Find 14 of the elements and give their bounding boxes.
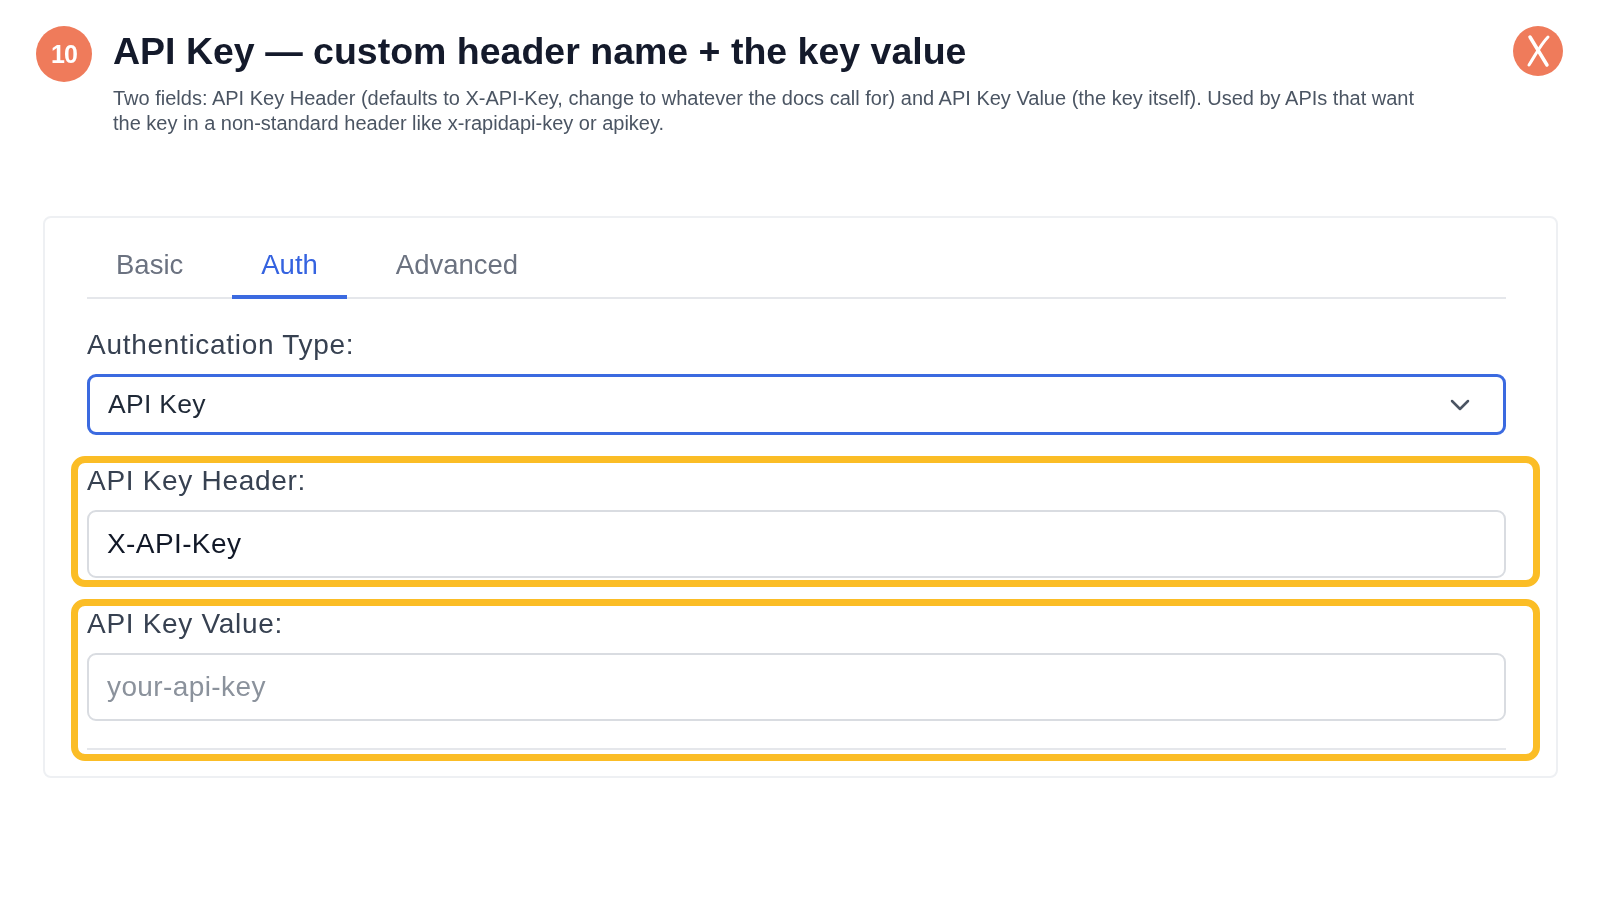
- chevron-down-icon: [1450, 398, 1470, 411]
- x-logo-icon: [1513, 26, 1563, 76]
- dropdown-select[interactable]: API Key: [87, 374, 1506, 435]
- page-title: API Key — custom header name + the key value: [113, 29, 968, 73]
- text-input[interactable]: your-api-key: [87, 653, 1506, 721]
- field-label: API Key Header:: [87, 465, 307, 497]
- step-number-badge: 10: [36, 26, 92, 82]
- tab[interactable]: Basic: [87, 248, 213, 299]
- tab[interactable]: Auth: [232, 248, 347, 299]
- text-input[interactable]: X-API-Key: [87, 510, 1506, 578]
- field-label: API Key Value:: [87, 608, 284, 640]
- tab[interactable]: Advanced: [366, 248, 548, 299]
- field-label: Authentication Type:: [87, 329, 355, 361]
- description-text: Two fields: API Key Header (defaults to X-API-Key, change to whatever the docs call for) and API Key Value (the key itself). Used by APIs that want the key in a non-standard header like x-rapidapi-key or apikey.: [113, 86, 1416, 136]
